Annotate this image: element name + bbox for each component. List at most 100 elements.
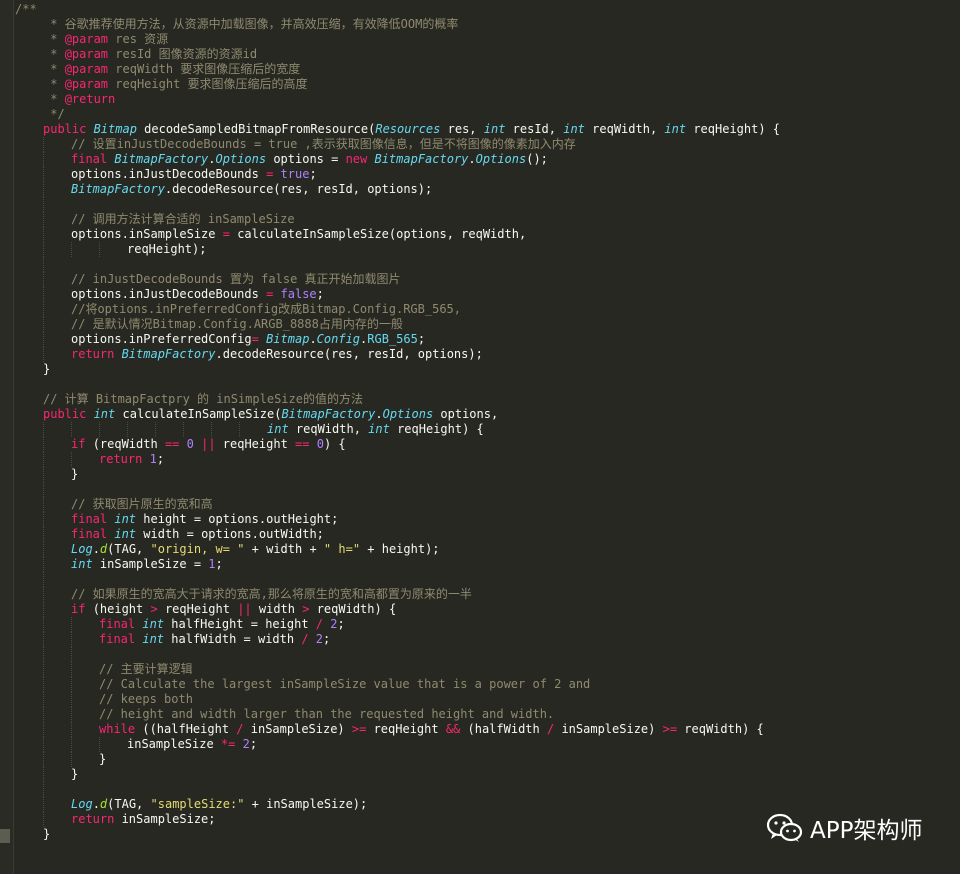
code-line: // 是默认情况Bitmap.Config.ARGB_8888占用内存的一般	[15, 317, 960, 332]
code-token: ;	[337, 617, 345, 631]
code-line-content: // 调用方法计算合适的 inSampleSize	[71, 212, 295, 227]
code-token: + inSampleSize);	[244, 797, 368, 811]
indent-guide	[99, 422, 100, 437]
code-token: false	[280, 287, 317, 301]
code-token: .	[92, 542, 100, 556]
code-line: /**	[15, 2, 960, 17]
code-token: resId 图像资源的资源id	[108, 47, 258, 61]
code-token: width	[251, 602, 303, 616]
code-line: * @param res 资源	[15, 32, 960, 47]
code-line-content: Log.d(TAG, "sampleSize:" + inSampleSize)…	[71, 797, 367, 812]
indent-guide	[43, 752, 44, 767]
indent-guide	[71, 422, 72, 437]
indent-guide	[99, 242, 100, 257]
code-token: =	[258, 287, 281, 301]
code-line	[15, 572, 960, 587]
watermark: APP架构师	[766, 811, 922, 845]
code-token: =	[251, 332, 267, 346]
code-token: Log	[71, 797, 93, 811]
indent-guide	[43, 707, 44, 722]
code-token: .decodeResource(res, resId, options);	[215, 347, 483, 361]
code-token: BitmapFactory	[374, 152, 469, 166]
indent-guide	[43, 317, 44, 332]
code-token: *	[43, 77, 65, 91]
code-line	[15, 647, 960, 662]
code-line-content: return 1;	[99, 452, 164, 467]
code-token: // Calculate the largest inSampleSize va…	[99, 677, 591, 691]
code-token: .decodeResource(res, resId, options);	[164, 182, 433, 196]
code-token: final	[99, 632, 143, 646]
code-line-content: }	[43, 827, 50, 842]
code-line-content: reqHeight);	[127, 242, 206, 257]
code-line-content: return inSampleSize;	[71, 812, 216, 827]
indent-guide	[43, 557, 44, 572]
code-token: int	[563, 122, 585, 136]
indent-guide	[71, 647, 72, 662]
code-line: // 获取图片原生的宽和高	[15, 497, 960, 512]
code-token: // inJustDecodeBounds 置为 false 真正开始加载图片	[71, 272, 401, 286]
code-token: "origin, w= "	[150, 542, 245, 556]
indent-guide	[43, 302, 44, 317]
code-token: Bitmap	[266, 332, 310, 346]
indent-guide	[43, 197, 44, 212]
code-line-content: return BitmapFactory.decodeResource(res,…	[71, 347, 483, 362]
code-line: public int calculateInSampleSize(BitmapF…	[15, 407, 960, 422]
code-token: ;	[417, 332, 426, 346]
indent-guide	[43, 212, 44, 227]
code-token: reqHeight	[157, 602, 238, 616]
code-line-content: public int calculateInSampleSize(BitmapF…	[43, 407, 498, 422]
indent-guide	[43, 737, 44, 752]
code-line: }	[15, 767, 960, 782]
code-line-content: //将options.inPreferredConfig改成Bitmap.Con…	[71, 302, 461, 317]
indent-guide	[43, 542, 44, 557]
code-token: >=	[351, 722, 367, 736]
code-token: (TAG,	[107, 542, 151, 556]
code-token: Options	[382, 407, 434, 421]
code-token: @param	[64, 62, 109, 76]
code-token: /**	[15, 2, 37, 16]
code-token: *	[43, 92, 65, 106]
code-token: public	[43, 122, 94, 136]
code-line: final int width = options.outWidth;	[15, 527, 960, 542]
indent-guide	[43, 182, 44, 197]
code-line-content: public Bitmap decodeSampledBitmapFromRes…	[43, 122, 780, 137]
code-editor[interactable]: /** * 谷歌推荐使用方法，从资源中加载图像，并高效压缩，有效降低OOM的概率…	[0, 0, 960, 874]
code-line-content: final int width = options.outWidth;	[71, 527, 324, 542]
code-token: /	[236, 722, 244, 736]
code-token: res 资源	[108, 32, 169, 46]
code-line: options.inJustDecodeBounds = true;	[15, 167, 960, 182]
code-line: Log.d(TAG, "origin, w= " + width + " h="…	[15, 542, 960, 557]
code-line: // inJustDecodeBounds 置为 false 真正开始加载图片	[15, 272, 960, 287]
code-line-content: * @param resId 图像资源的资源id	[43, 47, 257, 62]
code-token: halfHeight = height	[164, 617, 316, 631]
current-line-marker	[0, 829, 10, 843]
code-token: // 主要计算逻辑	[99, 662, 193, 676]
code-line-content: }	[71, 467, 78, 482]
code-token: ||	[237, 602, 252, 616]
indent-guide	[71, 707, 72, 722]
code-token: Options	[475, 152, 527, 166]
code-line: int reqWidth, int reqHeight) {	[15, 422, 960, 437]
indent-guide	[43, 797, 44, 812]
code-line: if (height > reqHeight || width > reqWid…	[15, 602, 960, 617]
code-token: + height);	[360, 542, 440, 556]
code-token: BitmapFactory	[71, 182, 165, 196]
code-token: final	[99, 617, 143, 631]
code-token: BitmapFactory	[121, 347, 216, 361]
indent-guide	[43, 647, 44, 662]
indent-guide	[43, 602, 44, 617]
code-area[interactable]: /** * 谷歌推荐使用方法，从资源中加载图像，并高效压缩，有效降低OOM的概率…	[15, 2, 960, 842]
code-line: //将options.inPreferredConfig改成Bitmap.Con…	[15, 302, 960, 317]
code-line: final int height = options.outHeight;	[15, 512, 960, 527]
code-token: =	[258, 167, 281, 181]
code-token: height = options.	[136, 512, 267, 526]
code-token: "sampleSize:"	[150, 797, 245, 811]
indent-guide	[127, 422, 128, 437]
code-token: 1	[208, 557, 216, 571]
indent-guide	[43, 632, 44, 647]
code-token: options.	[71, 287, 129, 301]
code-token: ==	[164, 437, 180, 451]
code-token: //将options.inPreferredConfig改成Bitmap.Con…	[71, 302, 462, 316]
code-token: @param	[64, 47, 109, 61]
